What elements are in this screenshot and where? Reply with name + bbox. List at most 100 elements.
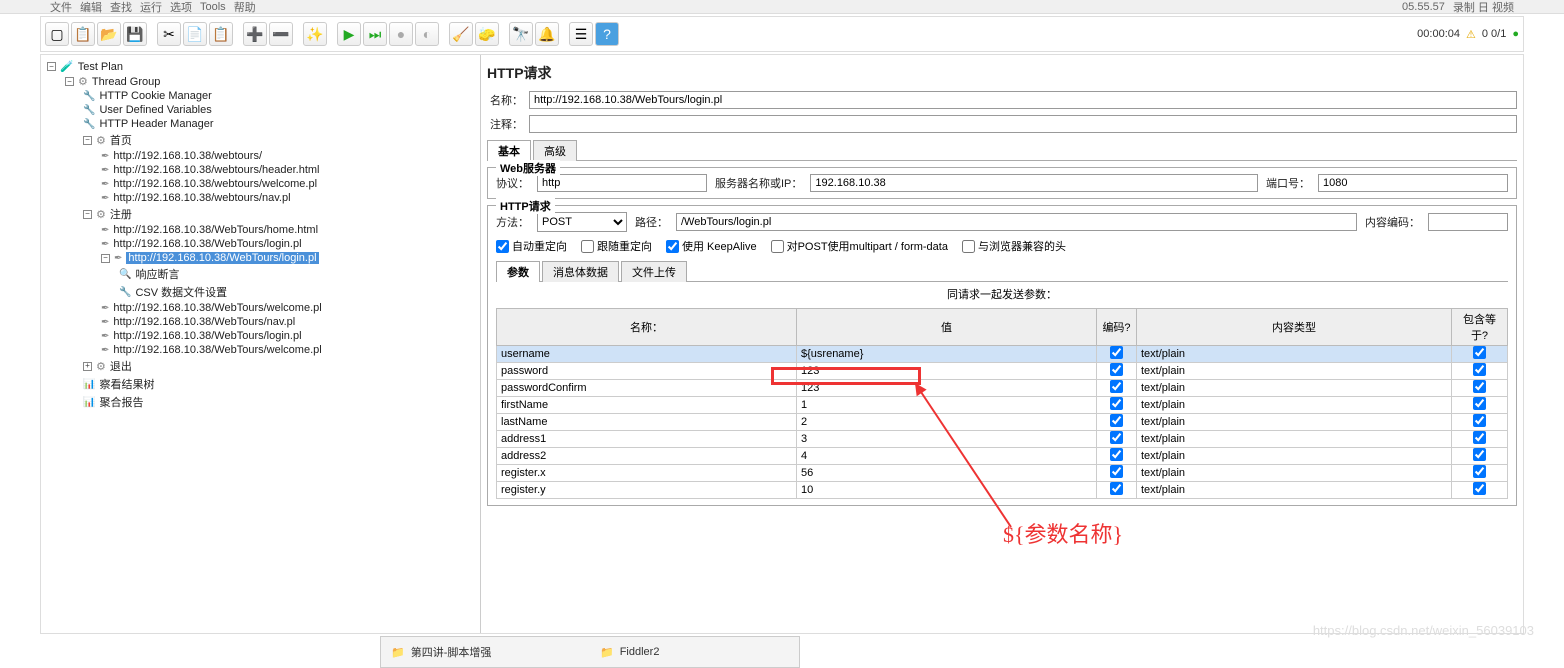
menu-options[interactable]: 选项: [170, 0, 192, 15]
collapse-icon[interactable]: −: [83, 136, 92, 145]
encoding-input[interactable]: [1428, 213, 1508, 231]
cookie-manager-node[interactable]: HTTP Cookie Manager: [81, 89, 476, 103]
encode-check[interactable]: [1110, 482, 1123, 495]
remove-button[interactable]: ➖: [269, 22, 293, 46]
exit-controller-node[interactable]: +退出: [81, 357, 476, 375]
help-button[interactable]: ?: [595, 22, 619, 46]
test-plan-node[interactable]: −Test Plan: [45, 59, 476, 74]
menu-file[interactable]: 文件: [50, 0, 72, 15]
shutdown-button[interactable]: ◐: [415, 22, 439, 46]
tab-basic[interactable]: 基本: [487, 140, 531, 161]
http-sampler-node[interactable]: http://192.168.10.38/webtours/: [99, 149, 476, 163]
include-check[interactable]: [1473, 431, 1486, 444]
collapse-icon[interactable]: −: [83, 210, 92, 219]
copy-button[interactable]: 📄: [183, 22, 207, 46]
http-sampler-node[interactable]: http://192.168.10.38/WebTours/welcome.pl: [99, 301, 476, 315]
http-sampler-node[interactable]: −http://192.168.10.38/WebTours/login.pl: [99, 251, 476, 265]
browser-headers-check[interactable]: 与浏览器兼容的头: [962, 238, 1066, 254]
param-row[interactable]: address13text/plain: [497, 431, 1508, 448]
csv-config-node[interactable]: CSV 数据文件设置: [117, 283, 476, 301]
task-item-2[interactable]: 📁Fiddler2: [590, 646, 799, 659]
follow-redirect-check[interactable]: 跟随重定向: [581, 238, 652, 254]
http-sampler-node[interactable]: http://192.168.10.38/webtours/nav.pl: [99, 191, 476, 205]
param-row[interactable]: register.y10text/plain: [497, 482, 1508, 499]
comment-input[interactable]: [529, 115, 1517, 133]
col-name[interactable]: 名称：: [497, 309, 797, 346]
param-row[interactable]: lastName2text/plain: [497, 414, 1508, 431]
encode-check[interactable]: [1110, 431, 1123, 444]
clear-button[interactable]: 🧹: [449, 22, 473, 46]
view-results-tree-node[interactable]: 察看结果树: [81, 375, 476, 393]
toggle-button[interactable]: ☰: [569, 22, 593, 46]
col-include[interactable]: 包含等于?: [1452, 309, 1508, 346]
keepalive-check[interactable]: 使用 KeepAlive: [666, 238, 757, 254]
expand-icon[interactable]: +: [83, 362, 92, 371]
collapse-icon[interactable]: −: [65, 77, 74, 86]
assertion-node[interactable]: 响应断言: [117, 265, 476, 283]
menu-tools[interactable]: Tools: [200, 1, 226, 13]
tab-files[interactable]: 文件上传: [621, 261, 687, 282]
path-input[interactable]: [676, 213, 1357, 231]
param-row[interactable]: username${usrename}text/plain: [497, 346, 1508, 363]
collapse-icon[interactable]: −: [47, 62, 56, 71]
start-button[interactable]: ▶: [337, 22, 361, 46]
include-check[interactable]: [1473, 482, 1486, 495]
http-sampler-node[interactable]: http://192.168.10.38/WebTours/login.pl: [99, 237, 476, 251]
multipart-check[interactable]: 对POST使用multipart / form-data: [771, 238, 948, 254]
param-table[interactable]: 名称： 值 编码? 内容类型 包含等于? username${usrename}…: [496, 308, 1508, 499]
include-check[interactable]: [1473, 397, 1486, 410]
stop-button[interactable]: ●: [389, 22, 413, 46]
auto-redirect-check[interactable]: 自动重定向: [496, 238, 567, 254]
paste-button[interactable]: 📋: [209, 22, 233, 46]
server-input[interactable]: [810, 174, 1258, 192]
http-sampler-node[interactable]: http://192.168.10.38/webtours/welcome.pl: [99, 177, 476, 191]
clear-all-button[interactable]: 🧽: [475, 22, 499, 46]
task-item-1[interactable]: 📁第四讲-脚本增强: [381, 644, 590, 660]
open-button[interactable]: 📂: [97, 22, 121, 46]
menu-find[interactable]: 查找: [110, 0, 132, 15]
tab-body[interactable]: 消息体数据: [542, 261, 619, 282]
col-value[interactable]: 值: [797, 309, 1097, 346]
protocol-input[interactable]: [537, 174, 707, 192]
user-vars-node[interactable]: User Defined Variables: [81, 103, 476, 117]
include-check[interactable]: [1473, 380, 1486, 393]
add-button[interactable]: ➕: [243, 22, 267, 46]
encode-check[interactable]: [1110, 346, 1123, 359]
encode-check[interactable]: [1110, 380, 1123, 393]
name-input[interactable]: [529, 91, 1517, 109]
encode-check[interactable]: [1110, 414, 1123, 427]
encode-check[interactable]: [1110, 397, 1123, 410]
tree-panel[interactable]: −Test Plan −Thread Group HTTP Cookie Man…: [41, 55, 481, 633]
include-check[interactable]: [1473, 414, 1486, 427]
col-ctype[interactable]: 内容类型: [1137, 309, 1452, 346]
wand-button[interactable]: ✨: [303, 22, 327, 46]
tab-advanced[interactable]: 高级: [533, 140, 577, 161]
cut-button[interactable]: ✂: [157, 22, 181, 46]
function-button[interactable]: 🔔: [535, 22, 559, 46]
header-manager-node[interactable]: HTTP Header Manager: [81, 117, 476, 131]
col-encode[interactable]: 编码?: [1097, 309, 1137, 346]
include-check[interactable]: [1473, 346, 1486, 359]
method-select[interactable]: POST: [537, 212, 627, 232]
http-sampler-node[interactable]: http://192.168.10.38/WebTours/nav.pl: [99, 315, 476, 329]
http-sampler-node[interactable]: http://192.168.10.38/webtours/header.htm…: [99, 163, 476, 177]
menu-run[interactable]: 运行: [140, 0, 162, 15]
encode-check[interactable]: [1110, 363, 1123, 376]
home-controller-node[interactable]: −首页: [81, 131, 476, 149]
warning-icon[interactable]: ⚠: [1466, 28, 1476, 41]
thread-group-node[interactable]: −Thread Group: [63, 74, 476, 89]
include-check[interactable]: [1473, 448, 1486, 461]
aggregate-report-node[interactable]: 聚合报告: [81, 393, 476, 411]
save-button[interactable]: 💾: [123, 22, 147, 46]
templates-button[interactable]: 📋: [71, 22, 95, 46]
menu-edit[interactable]: 编辑: [80, 0, 102, 15]
new-button[interactable]: ▢: [45, 22, 69, 46]
param-row[interactable]: register.x56text/plain: [497, 465, 1508, 482]
param-row[interactable]: passwordConfirm123text/plain: [497, 380, 1508, 397]
collapse-icon[interactable]: −: [101, 254, 110, 263]
param-row[interactable]: address24text/plain: [497, 448, 1508, 465]
http-sampler-node[interactable]: http://192.168.10.38/WebTours/welcome.pl: [99, 343, 476, 357]
encode-check[interactable]: [1110, 465, 1123, 478]
param-row[interactable]: password123text/plain: [497, 363, 1508, 380]
port-input[interactable]: [1318, 174, 1508, 192]
